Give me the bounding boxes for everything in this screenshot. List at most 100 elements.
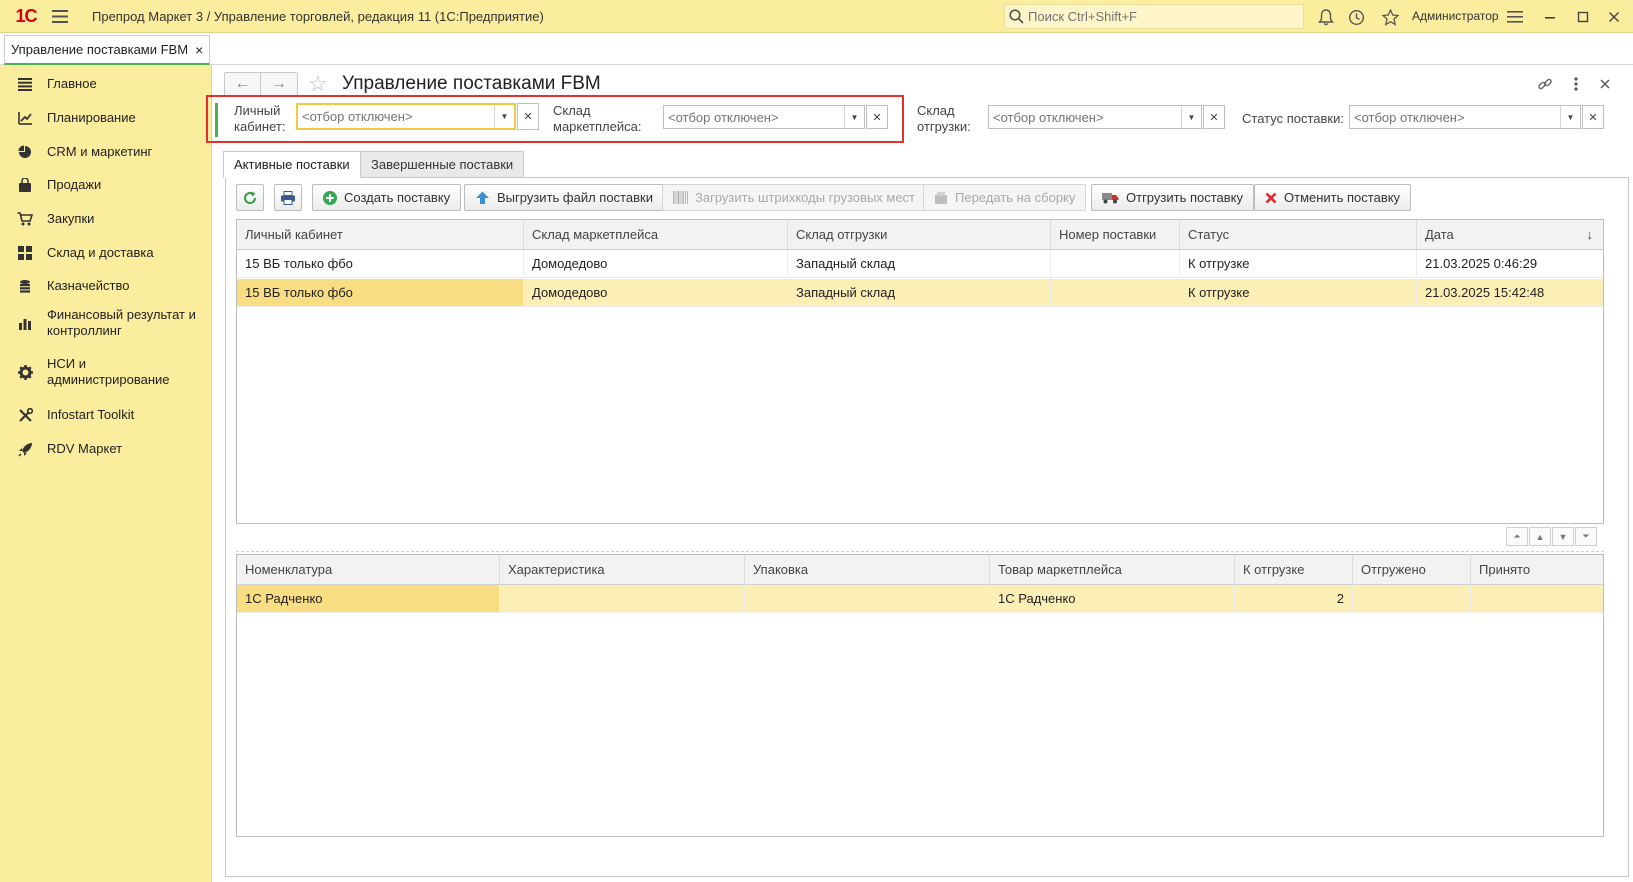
close-window-button[interactable] (1601, 4, 1627, 30)
column-header[interactable]: Склад маркетплейса (524, 220, 788, 250)
create-supply-button[interactable]: Создать поставку (312, 184, 462, 211)
cabinet-filter-input[interactable] (298, 109, 494, 124)
scroll-down-button[interactable]: ▼ (1552, 527, 1574, 546)
truck-icon (1102, 192, 1119, 204)
table-cell: 21.03.2025 15:42:48 (1425, 285, 1545, 300)
table-cell: 2 (1235, 585, 1353, 612)
sidebar-item-warehouse[interactable]: Склад и доставка (0, 240, 212, 266)
gear-icon (16, 363, 34, 381)
add-to-favorites-star-icon[interactable]: ☆ (308, 71, 328, 97)
column-header[interactable]: Упаковка (745, 555, 990, 585)
sort-desc-icon: ↓ (1586, 227, 1594, 242)
search-input[interactable] (1028, 9, 1288, 24)
hamburger-icon (52, 9, 68, 23)
column-header[interactable]: К отгрузке (1235, 555, 1353, 585)
table-row-selected[interactable]: 15 ВБ только фбо Домодедово Западный скл… (237, 279, 1603, 307)
grid-icon (16, 244, 34, 262)
global-search[interactable] (1004, 4, 1304, 29)
column-header[interactable]: Принято (1471, 555, 1603, 585)
bell-icon (1318, 8, 1334, 25)
tab-finished-supplies[interactable]: Завершенные поставки (360, 151, 525, 178)
chevron-down-icon: ▼ (850, 112, 859, 122)
sidebar-item-nsi[interactable]: НСИ и администрирование (0, 354, 212, 390)
table-row[interactable]: 15 ВБ только фбо Домодедово Западный скл… (237, 250, 1603, 278)
ship-warehouse-clear-button[interactable]: ✕ (1203, 105, 1225, 129)
cabinet-dropdown-button[interactable]: ▼ (494, 105, 514, 128)
sidebar-item-planning[interactable]: Планирование (0, 105, 212, 131)
ship-warehouse-filter-input[interactable] (989, 109, 1181, 125)
column-header[interactable]: Номер поставки (1051, 220, 1180, 250)
chevron-down-icon: ▼ (1187, 112, 1196, 122)
column-header[interactable]: Номенклатура (237, 555, 500, 585)
sidebar-item-purchases[interactable]: Закупки (0, 206, 212, 232)
column-header[interactable]: Характеристика (500, 555, 745, 585)
status-filter-input[interactable] (1350, 109, 1560, 125)
column-header[interactable]: Статус (1180, 220, 1417, 250)
ship-warehouse-dropdown-button[interactable]: ▼ (1181, 106, 1201, 128)
mp-warehouse-dropdown-button[interactable]: ▼ (844, 106, 864, 128)
close-icon (1609, 12, 1619, 22)
status-dropdown-button[interactable]: ▼ (1560, 106, 1580, 128)
title-bar: 1С Препрод Маркет 3 / Управление торговл… (0, 0, 1633, 33)
status-filter-field[interactable]: ▼ ✕ (1349, 105, 1604, 129)
refresh-button[interactable] (236, 184, 264, 211)
sidebar-item-sales[interactable]: Продажи (0, 172, 212, 198)
ship-supply-button[interactable]: Отгрузить поставку (1091, 184, 1254, 211)
sidebar-item-infostart[interactable]: Infostart Toolkit (0, 402, 212, 428)
back-button[interactable]: ← (225, 73, 261, 95)
chevron-down-icon: ▼ (500, 112, 509, 121)
scroll-up-button[interactable]: ▲ (1529, 527, 1551, 546)
export-file-button[interactable]: Выгрузить файл поставки (464, 184, 664, 211)
clear-icon: ✕ (872, 111, 882, 124)
table-row-selected[interactable]: 1С Радченко 1С Радченко 2 (237, 585, 1603, 613)
load-barcodes-button[interactable]: Загрузить штрихкоды грузовых мест (662, 184, 927, 211)
close-form-button[interactable] (1594, 73, 1616, 95)
column-header[interactable]: Дата ↓ (1417, 220, 1603, 250)
print-button[interactable] (274, 184, 302, 211)
barcode-icon (673, 191, 688, 204)
minimize-button[interactable] (1537, 4, 1563, 30)
sidebar-item-finance[interactable]: Финансовый результат и контроллинг (0, 305, 212, 341)
mp-warehouse-filter-input[interactable] (664, 109, 844, 125)
user-name[interactable]: Администратор (1412, 9, 1499, 23)
ship-warehouse-filter-field[interactable]: ▼ ✕ (988, 105, 1225, 129)
cabinet-filter-field[interactable]: ▼ ✕ (296, 103, 539, 130)
close-tab-icon[interactable]: × (195, 42, 203, 58)
to-assembly-button[interactable]: Передать на сборку (923, 184, 1087, 211)
maximize-button[interactable] (1570, 4, 1596, 30)
open-tab-fbm[interactable]: Управление поставками FBM × (4, 35, 211, 65)
open-tab-label: Управление поставками FBM (11, 42, 189, 57)
history-button[interactable] (1343, 4, 1369, 30)
column-header[interactable]: Личный кабинет (237, 220, 524, 250)
column-header[interactable]: Склад отгрузки (788, 220, 1051, 250)
main-menu-button[interactable] (44, 0, 76, 33)
settings-lines-icon (1507, 11, 1523, 23)
column-header[interactable]: Отгружено (1353, 555, 1471, 585)
tab-active-supplies[interactable]: Активные поставки (223, 151, 361, 178)
mp-warehouse-clear-button[interactable]: ✕ (866, 105, 888, 129)
column-header[interactable]: Товар маркетплейса (990, 555, 1235, 585)
link-button[interactable] (1534, 73, 1556, 95)
sidebar-item-treasury[interactable]: Казначейство (0, 273, 212, 299)
settings-menu-button[interactable] (1502, 4, 1528, 30)
cancel-supply-button[interactable]: Отменить поставку (1254, 184, 1412, 211)
mp-warehouse-filter-field[interactable]: ▼ ✕ (663, 105, 888, 129)
scroll-top-button[interactable]: ⏶ (1506, 527, 1528, 546)
link-icon (1538, 78, 1552, 90)
sidebar-item-label: Главное (47, 76, 97, 91)
table-cell (1353, 585, 1471, 612)
tables-splitter[interactable] (236, 551, 1604, 552)
more-actions-button[interactable] (1565, 73, 1587, 95)
sidebar-item-label: Казначейство (47, 278, 130, 293)
favorites-button[interactable] (1377, 4, 1403, 30)
cabinet-clear-button[interactable]: ✕ (517, 103, 539, 130)
sidebar-item-main[interactable]: Главное (0, 71, 212, 97)
notifications-button[interactable] (1313, 4, 1339, 30)
sidebar-item-rdv[interactable]: RDV Маркет (0, 436, 212, 462)
status-clear-button[interactable]: ✕ (1582, 105, 1604, 129)
sidebar-item-label: Планирование (47, 110, 136, 125)
scroll-bottom-button[interactable]: ⏷ (1575, 527, 1597, 546)
forward-button[interactable]: → (261, 73, 297, 95)
sidebar-item-crm[interactable]: CRM и маркетинг (0, 139, 212, 165)
table-cell (500, 585, 745, 612)
